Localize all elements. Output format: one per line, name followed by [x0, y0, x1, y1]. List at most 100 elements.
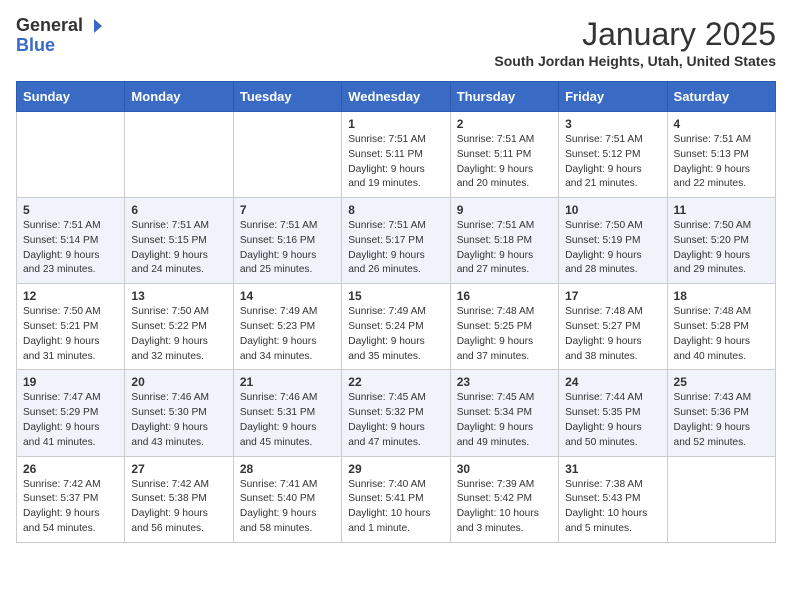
day-number: 16 — [457, 289, 552, 303]
weekday-header-thursday: Thursday — [450, 82, 558, 112]
calendar-cell: 20 Sunrise: 7:46 AMSunset: 5:30 PMDayligh… — [125, 370, 233, 456]
weekday-header-sunday: Sunday — [17, 82, 125, 112]
day-number: 3 — [565, 117, 660, 131]
day-number: 6 — [131, 203, 226, 217]
logo: General Blue — [16, 16, 103, 56]
day-info: Sunrise: 7:51 AMSunset: 5:18 PMDaylight:… — [457, 219, 552, 278]
day-number: 13 — [131, 289, 226, 303]
day-number: 4 — [674, 117, 769, 131]
day-info: Sunrise: 7:46 AMSunset: 5:31 PMDaylight:… — [240, 391, 335, 450]
day-number: 29 — [348, 462, 443, 476]
title-section: January 2025 South Jordan Heights, Utah,… — [494, 16, 776, 69]
day-number: 30 — [457, 462, 552, 476]
calendar-cell: 7 Sunrise: 7:51 AMSunset: 5:16 PMDaylight… — [233, 198, 341, 284]
month-title: January 2025 — [494, 16, 776, 53]
calendar-cell: 2 Sunrise: 7:51 AMSunset: 5:11 PMDaylight… — [450, 112, 558, 198]
calendar-cell: 15Sunrise: 7:49 AMSunset: 5:24 PMDayligh… — [342, 284, 450, 370]
calendar-cell: 22 Sunrise: 7:45 AMSunset: 5:32 PMDayligh… — [342, 370, 450, 456]
day-info: Sunrise: 7:51 AMSunset: 5:11 PMDaylight:… — [457, 133, 552, 192]
day-number: 11 — [674, 203, 769, 217]
day-info: Sunrise: 7:48 AMSunset: 5:28 PMDaylight:… — [674, 305, 769, 364]
day-number: 17 — [565, 289, 660, 303]
calendar-cell: 24Sunrise: 7:44 AMSunset: 5:35 PMDayligh… — [559, 370, 667, 456]
day-info: Sunrise: 7:43 AMSunset: 5:36 PMDaylight:… — [674, 391, 769, 450]
calendar-cell — [17, 112, 125, 198]
page-header: General Blue January 2025 South Jordan H… — [16, 16, 776, 69]
day-number: 8 — [348, 203, 443, 217]
weekday-header-monday: Monday — [125, 82, 233, 112]
calendar-cell: 13Sunrise: 7:50 AMSunset: 5:22 PMDayligh… — [125, 284, 233, 370]
day-number: 1 — [348, 117, 443, 131]
day-number: 9 — [457, 203, 552, 217]
day-info: Sunrise: 7:51 AMSunset: 5:17 PMDaylight:… — [348, 219, 443, 278]
day-info: Sunrise: 7:50 AMSunset: 5:20 PMDaylight:… — [674, 219, 769, 278]
calendar-cell: 14 Sunrise: 7:49 AMSunset: 5:23 PMDayligh… — [233, 284, 341, 370]
day-number: 14 — [240, 289, 335, 303]
calendar-week-row: 5 Sunrise: 7:51 AMSunset: 5:14 PMDaylight… — [17, 198, 776, 284]
day-info: Sunrise: 7:38 AMSunset: 5:43 PMDaylight:… — [565, 478, 660, 537]
day-info: Sunrise: 7:50 AMSunset: 5:19 PMDaylight:… — [565, 219, 660, 278]
calendar-cell: 30 Sunrise: 7:39 AMSunset: 5:42 PMDayligh… — [450, 456, 558, 542]
calendar-week-row: 26Sunrise: 7:42 AMSunset: 5:37 PMDayligh… — [17, 456, 776, 542]
day-info: Sunrise: 7:45 AMSunset: 5:32 PMDaylight:… — [348, 391, 443, 450]
calendar-cell: 31 Sunrise: 7:38 AMSunset: 5:43 PMDayligh… — [559, 456, 667, 542]
calendar-cell: 1 Sunrise: 7:51 AMSunset: 5:11 PMDaylight… — [342, 112, 450, 198]
calendar-cell: 6Sunrise: 7:51 AMSunset: 5:15 PMDaylight… — [125, 198, 233, 284]
calendar-cell: 19 Sunrise: 7:47 AMSunset: 5:29 PMDayligh… — [17, 370, 125, 456]
day-info: Sunrise: 7:48 AMSunset: 5:27 PMDaylight:… — [565, 305, 660, 364]
logo-general: General — [16, 16, 83, 36]
day-info: Sunrise: 7:46 AMSunset: 5:30 PMDaylight:… — [131, 391, 226, 450]
weekday-header-saturday: Saturday — [667, 82, 775, 112]
day-number: 22 — [348, 375, 443, 389]
day-number: 7 — [240, 203, 335, 217]
day-number: 5 — [23, 203, 118, 217]
day-number: 24 — [565, 375, 660, 389]
calendar-cell: 5 Sunrise: 7:51 AMSunset: 5:14 PMDaylight… — [17, 198, 125, 284]
day-number: 31 — [565, 462, 660, 476]
day-number: 27 — [131, 462, 226, 476]
calendar-week-row: 19 Sunrise: 7:47 AMSunset: 5:29 PMDayligh… — [17, 370, 776, 456]
day-info: Sunrise: 7:42 AMSunset: 5:38 PMDaylight:… — [131, 478, 226, 537]
day-info: Sunrise: 7:51 AMSunset: 5:14 PMDaylight:… — [23, 219, 118, 278]
day-info: Sunrise: 7:42 AMSunset: 5:37 PMDaylight:… — [23, 478, 118, 537]
day-info: Sunrise: 7:49 AMSunset: 5:24 PMDaylight:… — [348, 305, 443, 364]
day-number: 2 — [457, 117, 552, 131]
calendar-cell: 23 Sunrise: 7:45 AMSunset: 5:34 PMDayligh… — [450, 370, 558, 456]
calendar-cell: 26Sunrise: 7:42 AMSunset: 5:37 PMDayligh… — [17, 456, 125, 542]
day-info: Sunrise: 7:39 AMSunset: 5:42 PMDaylight:… — [457, 478, 552, 537]
weekday-header-tuesday: Tuesday — [233, 82, 341, 112]
calendar-cell: 18 Sunrise: 7:48 AMSunset: 5:28 PMDayligh… — [667, 284, 775, 370]
day-info: Sunrise: 7:51 AMSunset: 5:16 PMDaylight:… — [240, 219, 335, 278]
calendar-cell: 8 Sunrise: 7:51 AMSunset: 5:17 PMDaylight… — [342, 198, 450, 284]
calendar-cell: 25Sunrise: 7:43 AMSunset: 5:36 PMDayligh… — [667, 370, 775, 456]
day-info: Sunrise: 7:40 AMSunset: 5:41 PMDaylight:… — [348, 478, 443, 537]
calendar-cell: 3 Sunrise: 7:51 AMSunset: 5:12 PMDaylight… — [559, 112, 667, 198]
calendar-cell: 16Sunrise: 7:48 AMSunset: 5:25 PMDayligh… — [450, 284, 558, 370]
day-info: Sunrise: 7:45 AMSunset: 5:34 PMDaylight:… — [457, 391, 552, 450]
day-number: 21 — [240, 375, 335, 389]
day-info: Sunrise: 7:41 AMSunset: 5:40 PMDaylight:… — [240, 478, 335, 537]
day-number: 19 — [23, 375, 118, 389]
day-number: 28 — [240, 462, 335, 476]
calendar-cell: 4Sunrise: 7:51 AMSunset: 5:13 PMDaylight… — [667, 112, 775, 198]
calendar-table: SundayMondayTuesdayWednesdayThursdayFrid… — [16, 81, 776, 543]
logo-icon — [85, 17, 103, 35]
location-subtitle: South Jordan Heights, Utah, United State… — [494, 53, 776, 69]
day-info: Sunrise: 7:51 AMSunset: 5:12 PMDaylight:… — [565, 133, 660, 192]
day-info: Sunrise: 7:47 AMSunset: 5:29 PMDaylight:… — [23, 391, 118, 450]
day-number: 23 — [457, 375, 552, 389]
weekday-header-friday: Friday — [559, 82, 667, 112]
calendar-week-row: 12 Sunrise: 7:50 AMSunset: 5:21 PMDayligh… — [17, 284, 776, 370]
day-number: 20 — [131, 375, 226, 389]
calendar-cell: 12 Sunrise: 7:50 AMSunset: 5:21 PMDayligh… — [17, 284, 125, 370]
day-info: Sunrise: 7:50 AMSunset: 5:21 PMDaylight:… — [23, 305, 118, 364]
day-number: 18 — [674, 289, 769, 303]
day-info: Sunrise: 7:49 AMSunset: 5:23 PMDaylight:… — [240, 305, 335, 364]
calendar-cell — [233, 112, 341, 198]
calendar-cell: 10Sunrise: 7:50 AMSunset: 5:19 PMDayligh… — [559, 198, 667, 284]
calendar-cell — [667, 456, 775, 542]
calendar-cell: 11 Sunrise: 7:50 AMSunset: 5:20 PMDayligh… — [667, 198, 775, 284]
logo-blue: Blue — [16, 36, 55, 56]
day-number: 12 — [23, 289, 118, 303]
day-info: Sunrise: 7:51 AMSunset: 5:11 PMDaylight:… — [348, 133, 443, 192]
